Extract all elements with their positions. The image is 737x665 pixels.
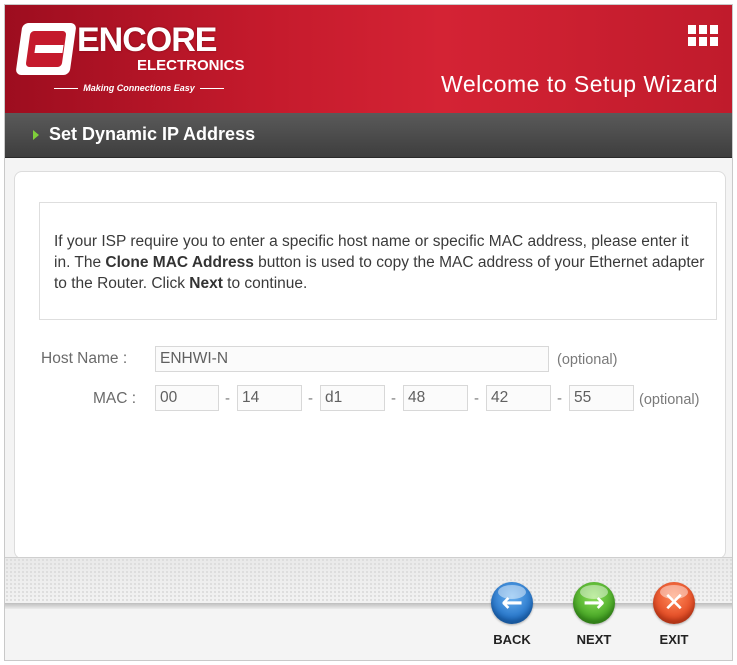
back-button-label: BACK — [493, 632, 531, 647]
instructions-box: If your ISP require you to enter a speci… — [39, 202, 717, 320]
mac-field-6[interactable] — [569, 385, 634, 411]
mac-separator: - — [474, 390, 479, 407]
wizard-title: Welcome to Setup Wizard — [441, 71, 718, 97]
logo-tagline: Making Connections Easy — [19, 83, 259, 93]
clone-mac-emphasis: Clone MAC Address — [105, 254, 254, 271]
mac-separator: - — [557, 390, 562, 407]
exit-button-label: EXIT — [659, 632, 689, 647]
mac-label: MAC : — [93, 390, 137, 407]
mac-separator: - — [308, 390, 313, 407]
mac-field-2[interactable] — [237, 385, 302, 411]
mac-field-4[interactable] — [403, 385, 468, 411]
mac-field-5[interactable] — [486, 385, 551, 411]
next-button-label: NEXT — [576, 632, 612, 647]
grid-icon — [688, 25, 718, 49]
content-panel: If your ISP require you to enter a speci… — [14, 171, 726, 559]
host-name-input[interactable] — [155, 346, 549, 372]
host-name-optional-note: (optional) — [557, 352, 618, 368]
back-button[interactable]: ← BACK — [480, 582, 544, 654]
section-title: Set Dynamic IP Address — [49, 124, 256, 144]
close-icon: ✕ — [653, 582, 695, 624]
arrow-right-icon — [33, 130, 39, 140]
next-emphasis: Next — [189, 275, 223, 292]
instructions-text: If your ISP require you to enter a speci… — [54, 231, 708, 294]
setup-wizard-window: ENCORE ELECTRONICS Making Connections Ea… — [4, 4, 733, 661]
mac-separator: - — [225, 390, 230, 407]
logo-subtext: ELECTRONICS — [137, 57, 245, 74]
logo-text: ENCORE — [77, 21, 217, 59]
logo-e-mark — [15, 23, 77, 75]
section-header-bar: Set Dynamic IP Address — [5, 113, 732, 158]
header-banner: ENCORE ELECTRONICS Making Connections Ea… — [5, 5, 732, 113]
next-button[interactable]: → NEXT — [562, 582, 626, 654]
encore-logo: ENCORE ELECTRONICS Making Connections Ea… — [15, 21, 259, 101]
mac-separator: - — [391, 390, 396, 407]
instructions-text-part: to continue. — [222, 275, 308, 292]
mac-optional-note: (optional) — [639, 392, 700, 408]
mac-field-1[interactable] — [155, 385, 219, 411]
back-arrow-icon: ← — [491, 582, 533, 624]
next-arrow-icon: → — [573, 582, 615, 624]
host-name-label: Host Name : — [41, 350, 128, 367]
exit-button[interactable]: ✕ EXIT — [642, 582, 706, 654]
mac-field-3[interactable] — [320, 385, 385, 411]
